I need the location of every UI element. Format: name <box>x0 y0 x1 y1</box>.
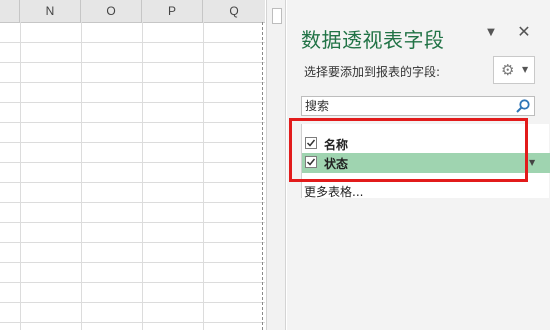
grid-row-line <box>0 82 265 83</box>
more-tables-link[interactable]: 更多表格... <box>304 183 363 200</box>
grid-row-line <box>0 322 265 323</box>
column-header-q[interactable]: Q <box>203 0 265 22</box>
search-box[interactable] <box>301 96 535 116</box>
grid-row-line <box>0 122 265 123</box>
field-label-status: 状态 <box>324 157 349 171</box>
field-checkbox-status[interactable] <box>305 156 317 168</box>
search-input[interactable] <box>303 98 515 114</box>
field-row-status[interactable]: 状态 ▼ <box>302 153 550 173</box>
pane-title: 数据透视表字段 <box>301 28 445 52</box>
tools-button[interactable]: ⚙ ▼ <box>493 56 535 84</box>
field-label-name: 名称 <box>324 138 349 152</box>
field-checkbox-name[interactable] <box>305 137 317 149</box>
grid-row-line <box>0 102 265 103</box>
close-icon[interactable]: ✕ <box>516 23 532 41</box>
grid-row-line <box>0 302 265 303</box>
grid-row-line <box>0 162 265 163</box>
grid-row-line <box>0 242 265 243</box>
field-row-name[interactable]: 名称 <box>302 134 550 154</box>
grid-row-line <box>0 262 265 263</box>
column-header-o[interactable]: O <box>81 0 142 22</box>
gear-icon: ⚙ <box>501 61 515 79</box>
vertical-scrollbar[interactable] <box>266 0 286 330</box>
grid-column-line <box>142 22 143 330</box>
grid-row-line <box>0 142 265 143</box>
pivot-field-pane: 数据透视表字段 ▼ ✕ 选择要添加到报表的字段: ⚙ ▼ 名称 <box>287 0 550 330</box>
pane-subtitle: 选择要添加到报表的字段: <box>304 65 441 79</box>
page-break-line <box>262 22 263 330</box>
grid-row-line <box>0 222 265 223</box>
field-dropdown-chevron-down-icon[interactable]: ▼ <box>529 159 535 167</box>
grid-row-line <box>0 182 265 183</box>
grid-column-line <box>81 22 82 330</box>
grid-row-line <box>0 202 265 203</box>
checkmark-icon <box>306 158 316 166</box>
grid-column-line <box>20 22 21 330</box>
grid-row-line <box>0 62 265 63</box>
checkmark-icon <box>306 139 316 147</box>
column-header-n[interactable]: N <box>20 0 81 22</box>
grid-row-line <box>0 282 265 283</box>
spreadsheet-grid[interactable]: N O P Q <box>0 0 265 330</box>
chevron-down-icon: ▼ <box>522 65 529 74</box>
pane-options-chevron-down-icon[interactable]: ▼ <box>485 28 497 38</box>
column-header-bar: N O P Q <box>0 0 265 23</box>
column-header-p[interactable]: P <box>142 0 203 22</box>
grid-row-line <box>0 42 265 43</box>
scrollbar-thumb[interactable] <box>272 8 282 24</box>
column-header-partial[interactable] <box>0 0 20 22</box>
search-icon[interactable] <box>515 98 531 114</box>
grid-column-line <box>203 22 204 330</box>
